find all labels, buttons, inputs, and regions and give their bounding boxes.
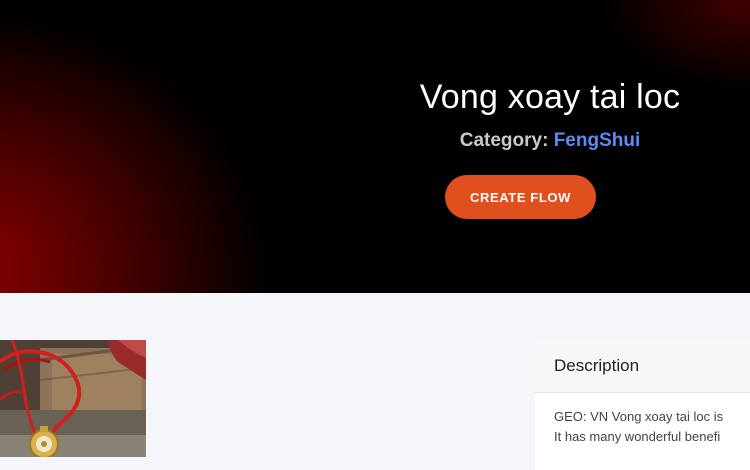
product-image [0,340,146,457]
category-line: Category: FengShui [300,130,750,152]
category-label: Category: [459,130,549,151]
hero-banner: Vong xoay tai loc Category: FengShui CRE… [0,0,750,293]
description-line-2: It has many wonderful benefi [554,429,721,444]
description-card: Description GEO: VN Vong xoay tai loc is… [535,340,750,470]
page-title: Vong xoay tai loc [419,78,681,116]
description-body: GEO: VN Vong xoay tai loc is It has many… [535,393,750,447]
description-line-1: GEO: VN Vong xoay tai loc is [554,409,724,424]
create-flow-button[interactable]: CREATE FLOW [445,175,596,219]
description-header: Description [535,340,750,393]
bracelet-product-image [0,340,146,457]
category-link[interactable]: FengShui [554,130,641,151]
